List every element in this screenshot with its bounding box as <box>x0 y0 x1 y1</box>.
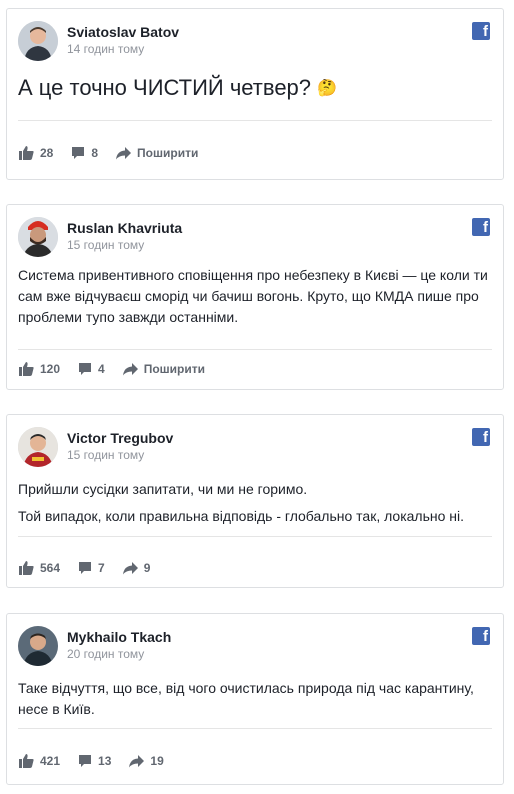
share-count: 19 <box>150 754 164 768</box>
thumbs-up-icon <box>19 754 34 768</box>
thumbs-up-icon <box>19 146 34 160</box>
share-count: 9 <box>143 561 151 575</box>
comment-icon <box>79 363 92 375</box>
share-button[interactable]: 9 <box>122 561 151 575</box>
post-text: Система привентивного сповіщення про неб… <box>18 267 488 325</box>
divider <box>18 120 492 121</box>
post-time[interactable]: 15 годин тому <box>67 448 144 462</box>
author-name[interactable]: Mykhailo Tkach <box>67 629 171 645</box>
post-text: А це точно ЧИСТИЙ четвер? 🤔 <box>18 74 491 103</box>
comment-button[interactable]: 4 <box>78 362 105 376</box>
facebook-icon[interactable]: f <box>472 428 490 446</box>
comment-icon <box>79 562 92 574</box>
comment-count: 13 <box>98 754 112 768</box>
avatar[interactable] <box>18 427 58 467</box>
thumbs-up-icon <box>19 362 34 376</box>
share-button[interactable]: Поширити <box>116 146 198 160</box>
post-actions: 564 7 9 <box>19 558 168 578</box>
facebook-icon[interactable]: f <box>472 22 490 40</box>
share-button[interactable]: 19 <box>129 754 164 768</box>
like-count: 28 <box>40 146 54 160</box>
comment-count: 7 <box>98 561 105 575</box>
avatar[interactable] <box>18 217 58 257</box>
like-button[interactable]: 564 <box>19 561 60 575</box>
author-name[interactable]: Sviatoslav Batov <box>67 24 179 40</box>
post-actions: 421 13 19 <box>19 751 182 771</box>
post-actions: 28 8 Поширити <box>19 143 216 163</box>
divider <box>18 536 492 537</box>
divider <box>18 349 492 350</box>
comment-count: 8 <box>91 146 99 160</box>
post-time[interactable]: 20 годин тому <box>67 647 144 661</box>
like-button[interactable]: 120 <box>19 362 60 376</box>
post-time[interactable]: 15 годин тому <box>67 238 144 252</box>
share-arrow-icon <box>122 362 138 375</box>
like-button[interactable]: 421 <box>19 754 60 768</box>
post-paragraph: Прийшли сусідки запитати, чи ми не горим… <box>18 481 308 497</box>
share-arrow-icon <box>129 754 145 767</box>
like-count: 120 <box>40 362 61 376</box>
post-time[interactable]: 14 годин тому <box>67 42 144 56</box>
post-card: Victor Tregubov 15 годин тому f Прийшли … <box>6 414 504 588</box>
facebook-icon[interactable]: f <box>472 627 490 645</box>
share-label: Поширити <box>137 146 199 160</box>
like-count: 421 <box>40 754 61 768</box>
share-label: Поширити <box>143 362 206 376</box>
post-text: Прийшли сусідки запитати, чи ми не горим… <box>18 479 491 533</box>
avatar[interactable] <box>18 21 58 61</box>
post-text-content: А це точно ЧИСТИЙ четвер? <box>18 75 312 100</box>
like-button[interactable]: 28 <box>19 146 53 160</box>
facebook-icon[interactable]: f <box>472 218 490 236</box>
post-card: Ruslan Khavriuta 15 годин тому f Система… <box>6 204 504 390</box>
thinking-emoji-icon: 🤔 <box>317 80 338 98</box>
share-arrow-icon <box>122 561 138 574</box>
like-count: 564 <box>40 561 61 575</box>
share-button[interactable]: Поширити <box>122 362 206 376</box>
comment-button[interactable]: 7 <box>78 561 105 575</box>
comment-count: 4 <box>98 362 105 376</box>
author-name[interactable]: Victor Tregubov <box>67 430 173 446</box>
comment-icon <box>79 755 92 767</box>
divider <box>18 728 492 729</box>
author-name[interactable]: Ruslan Khavriuta <box>67 220 182 236</box>
avatar[interactable] <box>18 626 58 666</box>
post-card: Mykhailo Tkach 20 годин тому f Таке відч… <box>6 613 504 785</box>
post-text: Таке відчуття, що все, від чого очистила… <box>18 680 474 717</box>
comment-icon <box>72 147 85 159</box>
post-paragraph: Той випадок, коли правильна відповідь - … <box>18 508 465 524</box>
comment-button[interactable]: 13 <box>78 754 111 768</box>
post-card: Sviatoslav Batov 14 годин тому f А це то… <box>6 8 504 180</box>
comment-button[interactable]: 8 <box>71 146 98 160</box>
share-arrow-icon <box>116 146 132 159</box>
thumbs-up-icon <box>19 561 34 575</box>
post-actions: 120 4 Поширити <box>19 359 223 379</box>
